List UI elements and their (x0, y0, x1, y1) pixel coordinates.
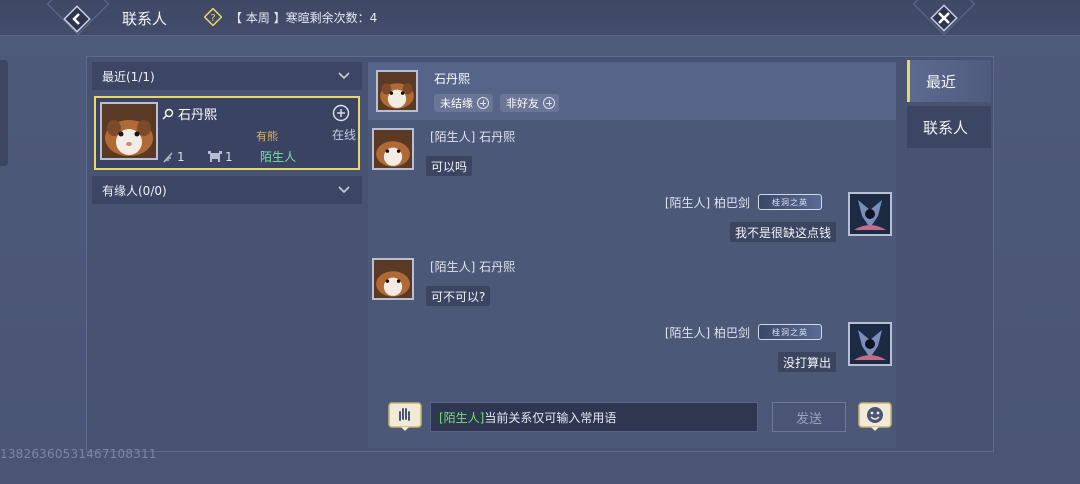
group-header-destined[interactable]: 有缘人(0/0) (92, 176, 362, 204)
unbonded-button[interactable]: 未结缘 (434, 94, 493, 112)
tab-contacts[interactable]: 联系人 (907, 106, 991, 148)
contact-avatar (100, 102, 158, 160)
add-friend-plus-icon[interactable] (332, 104, 350, 122)
contact-name: 石丹熙 (178, 108, 218, 123)
contact-card-selected[interactable]: 石丹熙 在线 有熊 1 1 陌生人 (94, 96, 360, 170)
page-title: 联系人 (122, 10, 168, 28)
chat-header-avatar[interactable] (376, 70, 418, 112)
message-sender: [陌生人] 石丹熙 (430, 130, 516, 144)
contact-guild-tag: 有熊 (256, 130, 278, 143)
guinea-pig-avatar-icon (374, 260, 412, 298)
chat-header: 石丹熙 未结缘 非好友 (368, 62, 896, 120)
armored-knight-avatar-icon (850, 194, 890, 234)
contact-stat-a: 1 (162, 150, 185, 164)
send-button[interactable]: 发送 (772, 402, 846, 432)
contact-stat-b: 1 (208, 150, 233, 164)
voice-button[interactable] (388, 402, 422, 432)
group-label-recent: 最近(1/1) (102, 69, 155, 84)
not-friend-label: 非好友 (506, 97, 539, 110)
emoji-button[interactable] (858, 402, 892, 432)
contact-online-status: 在线 (332, 128, 357, 142)
player-title-badge: 桂洞之英 (758, 324, 822, 340)
contact-stat-b-value: 1 (225, 150, 233, 164)
creature-icon (208, 151, 222, 162)
chat-panel: 石丹熙 未结缘 非好友 [陌生人] 石丹熙 可以吗 [陌生人] 柏巴剑 桂洞之英 (368, 62, 896, 448)
close-button[interactable] (926, 0, 962, 36)
voice-hand-icon (388, 402, 422, 431)
weekly-note: 【 本周 】寒暄剩余次数：4 (230, 10, 378, 25)
message-avatar[interactable] (372, 128, 414, 170)
back-button[interactable] (60, 2, 94, 36)
message-sender: [陌生人] 柏巴剑 (664, 326, 750, 340)
magnifier-icon[interactable] (162, 108, 174, 120)
guinea-pig-avatar-icon (378, 72, 416, 110)
message-avatar[interactable] (372, 258, 414, 300)
chevron-down-icon (338, 186, 350, 194)
weekly-greeting-count: ? 【 本周 】寒暄剩余次数：4 (204, 8, 377, 26)
top-bar: 联系人 ? 【 本周 】寒暄剩余次数：4 (0, 0, 1080, 36)
plus-icon (477, 97, 489, 109)
group-header-recent[interactable]: 最近(1/1) (92, 62, 362, 90)
chat-input-bar: [陌生人] 当前关系仅可输入常用语 发送 (368, 396, 896, 448)
player-title-badge: 桂洞之英 (758, 194, 822, 210)
message-avatar[interactable] (848, 192, 892, 236)
message-avatar[interactable] (848, 322, 892, 366)
smiley-icon (858, 402, 892, 431)
left-edge-tab[interactable] (0, 60, 8, 166)
feather-icon (163, 152, 173, 163)
tab-contacts-label: 联系人 (923, 118, 969, 137)
group-label-destined: 有缘人(0/0) (102, 183, 167, 198)
contact-stat-a-value: 1 (177, 150, 185, 164)
guinea-pig-avatar-icon (102, 104, 156, 158)
watermark-id: 13826360531467108311 (0, 447, 157, 461)
close-x-icon (930, 4, 958, 32)
chat-input-field[interactable]: [陌生人] 当前关系仅可输入常用语 (430, 402, 758, 432)
contacts-list: 最近(1/1) 石丹熙 在线 有熊 1 1 陌生人 有缘人(0/0) (92, 62, 362, 448)
contact-name-row: 石丹熙 (162, 104, 217, 123)
message-bubble: 没打算出 (777, 352, 836, 372)
plus-icon (543, 97, 555, 109)
chat-partner-name: 石丹熙 (434, 72, 471, 86)
chevron-down-icon (338, 72, 350, 80)
input-relation-prefix: [陌生人] (439, 410, 485, 425)
message-sender: [陌生人] 柏巴剑 (664, 196, 750, 210)
input-placeholder: 当前关系仅可输入常用语 (484, 410, 617, 425)
guinea-pig-avatar-icon (374, 130, 412, 168)
svg-text:?: ? (210, 13, 215, 24)
armored-knight-avatar-icon (850, 324, 890, 364)
back-chevron-icon (63, 5, 91, 33)
message-bubble: 我不是很缺这点钱 (729, 222, 836, 242)
message-bubble: 可以吗 (426, 156, 473, 176)
tab-recent-label: 最近 (926, 72, 957, 91)
diamond-question-icon: ? (204, 8, 222, 26)
not-friend-button[interactable]: 非好友 (500, 94, 559, 112)
message-bubble: 可不可以? (426, 286, 491, 306)
message-sender: [陌生人] 石丹熙 (430, 260, 516, 274)
unbonded-label: 未结缘 (440, 97, 473, 110)
tab-recent[interactable]: 最近 (907, 60, 991, 102)
contact-relation: 陌生人 (260, 150, 297, 164)
